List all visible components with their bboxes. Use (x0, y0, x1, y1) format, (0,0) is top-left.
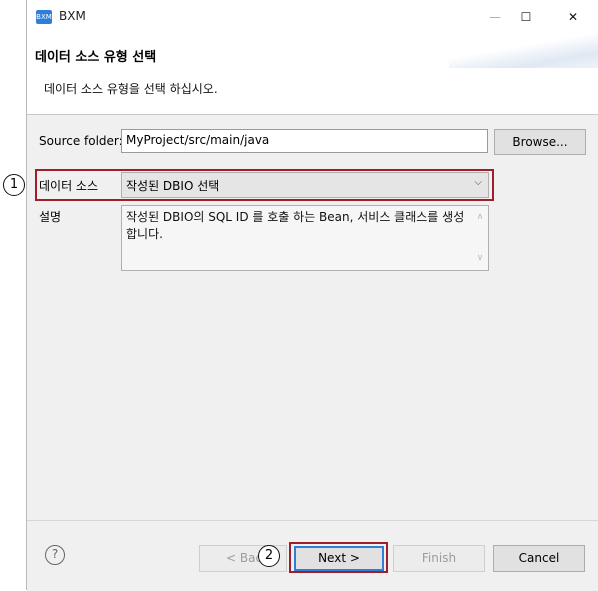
wizard-window: BXM BXM — ☐ ✕ 데이터 소스 유형 선택 데이터 소스 유형을 선택… (26, 0, 598, 591)
minimize-button[interactable]: — (480, 5, 510, 29)
callout-2: 2 (258, 545, 280, 567)
window-title: BXM (59, 9, 86, 23)
close-button[interactable]: ✕ (558, 5, 588, 29)
maximize-button[interactable]: ☐ (511, 5, 541, 29)
chevron-down-icon: ⌵ (474, 177, 482, 188)
browse-button[interactable]: Browse... (494, 129, 586, 155)
cancel-button[interactable]: Cancel (493, 545, 585, 572)
scroll-down-icon[interactable]: ∨ (474, 250, 486, 267)
callout-1: 1 (3, 174, 25, 196)
description-textarea[interactable]: 작성된 DBIO의 SQL ID 를 호출 하는 Bean, 서비스 클래스를 … (121, 205, 489, 271)
data-source-label: 데이터 소스 (39, 179, 99, 193)
title-bar: BXM BXM — ☐ ✕ (27, 0, 598, 34)
page-title: 데이터 소스 유형 선택 (35, 50, 157, 65)
description-text: 작성된 DBIO의 SQL ID 를 호출 하는 Bean, 서비스 클래스를 … (126, 210, 465, 241)
help-icon[interactable]: ? (45, 545, 65, 565)
description-label: 설명 (39, 210, 62, 224)
finish-button[interactable]: Finish (393, 545, 485, 572)
wizard-header: 데이터 소스 유형 선택 데이터 소스 유형을 선택 하십시오. (27, 34, 598, 115)
data-source-select[interactable]: 작성된 DBIO 선택 ⌵ (121, 172, 489, 198)
app-icon: BXM (36, 10, 52, 24)
page-description: 데이터 소스 유형을 선택 하십시오. (44, 82, 218, 96)
scroll-up-icon[interactable]: ∧ (474, 209, 486, 226)
highlight-box-2 (289, 542, 388, 573)
source-folder-label: Source folder: (39, 134, 123, 148)
source-folder-input[interactable]: MyProject/src/main/java (121, 129, 488, 153)
data-source-value: 작성된 DBIO 선택 (126, 179, 220, 193)
banner-decoration (449, 34, 598, 68)
